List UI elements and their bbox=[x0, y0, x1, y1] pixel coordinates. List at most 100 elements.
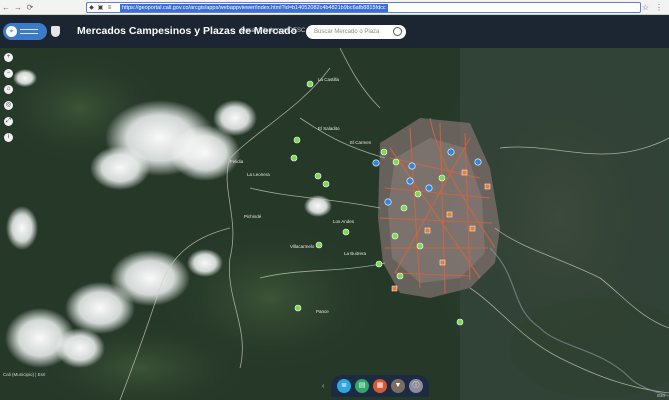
basemap-icon: ▦ bbox=[376, 382, 384, 389]
market-marker[interactable] bbox=[293, 136, 301, 144]
cloud bbox=[6, 206, 38, 250]
info-icon: i bbox=[7, 134, 10, 140]
minus-icon: − bbox=[6, 70, 11, 76]
legend-button[interactable]: ▤ bbox=[355, 379, 369, 393]
info-button[interactable]: i bbox=[4, 133, 13, 142]
shield-icon: ◆ bbox=[89, 5, 94, 11]
cloud bbox=[90, 146, 150, 190]
plaza-marker[interactable] bbox=[425, 184, 433, 192]
market-marker[interactable] bbox=[315, 241, 323, 249]
plaza-marker[interactable] bbox=[408, 162, 416, 170]
poi-marker[interactable] bbox=[424, 227, 431, 234]
search-icon[interactable] bbox=[393, 27, 402, 36]
fullscreen-button[interactable]: ⤢ bbox=[4, 117, 13, 126]
place-label: La Buitrera bbox=[344, 251, 367, 256]
legend-icon: ▤ bbox=[358, 382, 366, 389]
forward-button[interactable]: → bbox=[12, 0, 24, 15]
poi-marker[interactable] bbox=[391, 285, 398, 292]
esri-credit: Esri bbox=[657, 393, 665, 398]
poi-marker[interactable] bbox=[461, 169, 468, 176]
bookmark-star-icon[interactable]: ☆ bbox=[642, 0, 649, 15]
browser-menu-icon[interactable]: ⋮ bbox=[655, 0, 663, 15]
market-marker[interactable] bbox=[400, 204, 408, 212]
plus-icon: + bbox=[6, 54, 11, 60]
market-marker[interactable] bbox=[456, 318, 464, 326]
map-attribution: Cali (Municipio) | Esri bbox=[3, 372, 46, 377]
search-input[interactable]: Buscar Mercado o Plaza bbox=[314, 29, 379, 35]
market-marker[interactable] bbox=[290, 154, 298, 162]
alcaldia-logo[interactable]: ⌖ bbox=[3, 23, 47, 40]
market-marker[interactable] bbox=[438, 174, 446, 182]
plaza-marker[interactable] bbox=[372, 159, 380, 167]
locate-icon: ◎ bbox=[5, 102, 12, 108]
app-byline: Desarrollado por IDESC bbox=[241, 28, 306, 34]
satellite-map[interactable]: La Castilla El Saladito Felidia La Leone… bbox=[0, 48, 669, 400]
coat-of-arms-icon bbox=[51, 26, 60, 37]
address-bar[interactable]: ◆ ▣ ≡ https://geoportal.cali.gov.co/arcg… bbox=[86, 2, 641, 13]
place-label: Villacarmelo bbox=[290, 244, 315, 249]
plaza-marker[interactable] bbox=[447, 148, 455, 156]
cloud bbox=[65, 282, 135, 334]
location-pin-icon: ⌖ bbox=[6, 26, 17, 37]
fullscreen-icon: ⤢ bbox=[6, 118, 11, 124]
chevron-left-icon[interactable]: ‹ bbox=[322, 383, 324, 390]
cloud bbox=[13, 69, 37, 87]
zoom-in-button[interactable]: + bbox=[4, 53, 13, 62]
poi-marker[interactable] bbox=[469, 225, 476, 232]
market-marker[interactable] bbox=[396, 272, 404, 280]
market-marker[interactable] bbox=[416, 242, 424, 250]
poi-marker[interactable] bbox=[439, 259, 446, 266]
about-button[interactable]: ⓘ bbox=[409, 379, 423, 393]
cloud bbox=[304, 195, 332, 217]
place-label: La Castilla bbox=[318, 77, 340, 82]
back-button[interactable]: ← bbox=[0, 0, 12, 15]
browser-toolbar: ← → ⟳ ◆ ▣ ≡ https://geoportal.cali.gov.c… bbox=[0, 0, 669, 15]
lock-icon: ▣ bbox=[97, 5, 104, 11]
place-label: Felidia bbox=[230, 159, 244, 164]
market-marker[interactable] bbox=[375, 260, 383, 268]
reload-button[interactable]: ⟳ bbox=[24, 0, 36, 15]
home-icon: ⌂ bbox=[6, 86, 11, 92]
map-view[interactable]: La Castilla El Saladito Felidia La Leone… bbox=[0, 48, 669, 400]
zoom-out-button[interactable]: − bbox=[4, 69, 13, 78]
market-marker[interactable] bbox=[342, 228, 350, 236]
market-marker[interactable] bbox=[391, 232, 399, 240]
tracking-icon: ≡ bbox=[107, 4, 112, 11]
locate-button[interactable]: ◎ bbox=[4, 101, 13, 110]
logo-bars bbox=[20, 29, 38, 34]
url-text[interactable]: https://geoportal.cali.gov.co/arcgis/app… bbox=[120, 3, 388, 12]
filter-icon: ▼ bbox=[394, 382, 402, 389]
cloud bbox=[187, 249, 223, 277]
market-marker[interactable] bbox=[306, 80, 314, 88]
layer-list-button[interactable]: ≣ bbox=[337, 379, 351, 393]
plaza-marker[interactable] bbox=[474, 158, 482, 166]
app-window: ← → ⟳ ◆ ▣ ≡ https://geoportal.cali.gov.c… bbox=[0, 0, 669, 400]
cloud bbox=[55, 328, 105, 368]
home-button[interactable]: ⌂ bbox=[4, 85, 13, 94]
market-marker[interactable] bbox=[322, 180, 330, 188]
place-label: El Carmen bbox=[350, 140, 372, 145]
place-label: Pichindé bbox=[244, 214, 262, 219]
search-box[interactable]: Buscar Mercado o Plaza bbox=[306, 25, 406, 39]
layer-list-icon: ≣ bbox=[341, 382, 347, 389]
about-icon: ⓘ bbox=[412, 382, 420, 389]
place-label: La Leonera bbox=[247, 172, 270, 177]
basemap-button[interactable]: ▦ bbox=[373, 379, 387, 393]
plaza-marker[interactable] bbox=[384, 198, 392, 206]
market-marker[interactable] bbox=[314, 172, 322, 180]
map-tools: + − ⌂ ◎ ⤢ i bbox=[4, 53, 13, 149]
place-label: Pance bbox=[316, 309, 329, 314]
market-marker[interactable] bbox=[414, 190, 422, 198]
cloud bbox=[213, 100, 257, 136]
market-marker[interactable] bbox=[294, 304, 302, 312]
plaza-marker[interactable] bbox=[406, 177, 414, 185]
place-label: El Saladito bbox=[318, 126, 340, 131]
poi-marker[interactable] bbox=[484, 183, 491, 190]
poi-marker[interactable] bbox=[446, 211, 453, 218]
app-header: ⌖ Mercados Campesinos y Plazas de Mercad… bbox=[0, 16, 669, 48]
filter-button[interactable]: ▼ bbox=[391, 379, 405, 393]
place-label: Los Andes bbox=[333, 219, 355, 224]
market-marker[interactable] bbox=[380, 148, 388, 156]
market-marker[interactable] bbox=[392, 158, 400, 166]
widget-dock: ≣ ▤ ▦ ▼ ⓘ bbox=[331, 375, 429, 397]
